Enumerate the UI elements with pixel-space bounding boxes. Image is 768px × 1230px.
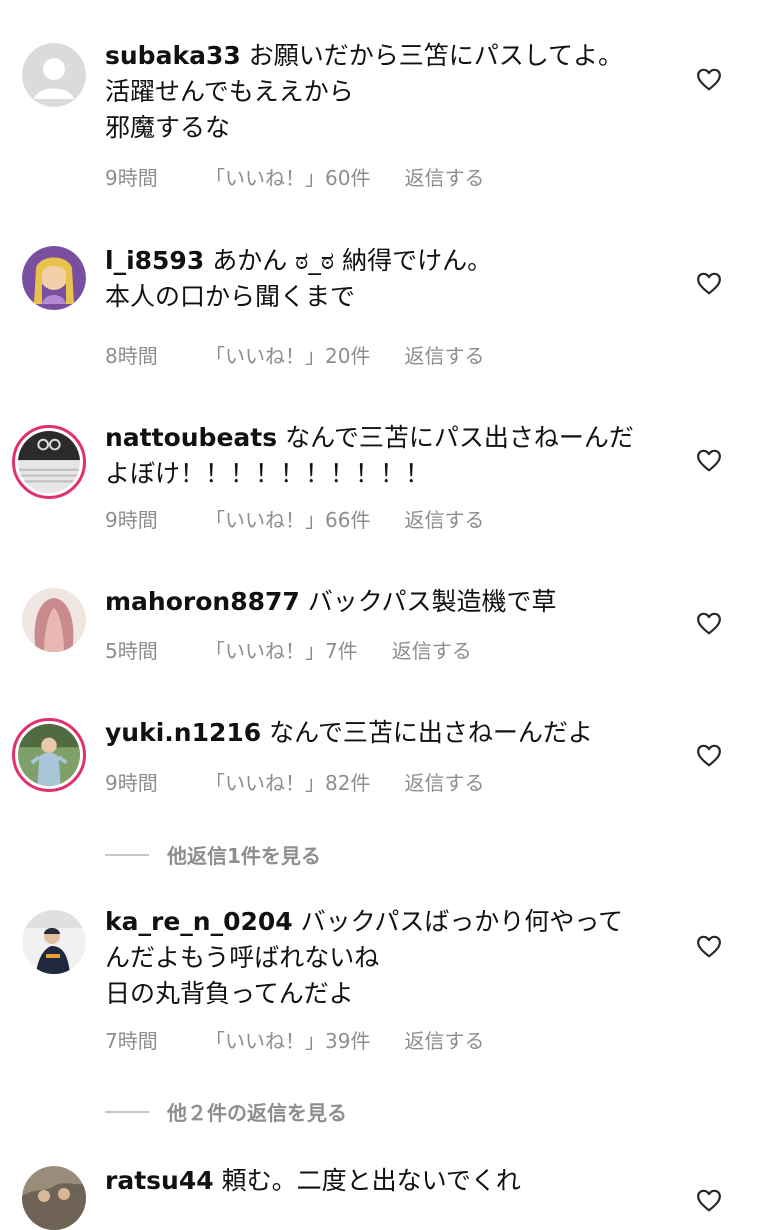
heart-icon[interactable]	[696, 934, 722, 958]
comment-username[interactable]: mahoron8877	[105, 587, 300, 616]
comment-text: subaka33 お願いだから三笘にパスしてよ。 活躍せんでもええから 邪魔するな	[105, 38, 665, 146]
heart-icon[interactable]	[696, 743, 722, 767]
comment-meta: 5時間 「いいね！」7件 返信する	[105, 635, 472, 664]
heart-icon[interactable]	[696, 611, 722, 635]
comment-likes[interactable]: 「いいね！」7件	[205, 635, 358, 664]
avatar[interactable]	[12, 425, 86, 499]
comment-meta: 7時間 「いいね！」39件 返信する	[105, 1025, 484, 1054]
comment-body-line: 頼む。二度と出ないでくれ	[221, 1166, 521, 1195]
comment-likes[interactable]: 「いいね！」39件	[205, 1025, 370, 1054]
divider-line	[105, 1110, 149, 1113]
comment-likes[interactable]: 「いいね！」60件	[205, 162, 370, 191]
avatar[interactable]	[22, 910, 86, 974]
comment-username[interactable]: nattoubeats	[105, 423, 277, 452]
heart-icon[interactable]	[696, 448, 722, 472]
avatar[interactable]	[12, 718, 86, 792]
reply-button[interactable]: 返信する	[404, 767, 484, 796]
comment-time: 8時間	[105, 344, 158, 368]
comment-body-line: 本人の口から聞くまで	[105, 282, 356, 311]
comment-time: 5時間	[105, 639, 158, 663]
comment-body-line: 邪魔するな	[105, 113, 231, 142]
comment-likes[interactable]: 「いいね！」20件	[205, 340, 370, 369]
comment-username[interactable]: ratsu44	[105, 1166, 214, 1195]
comment-body-line: なんで三苫に出さねーんだよ	[269, 718, 593, 747]
avatar[interactable]	[22, 43, 86, 107]
comment-username[interactable]: yuki.n1216	[105, 718, 261, 747]
comment-body-line: バックパスばっかり何やって	[300, 907, 624, 936]
reply-button[interactable]: 返信する	[392, 635, 472, 664]
comment-time: 7時間	[105, 1029, 158, 1053]
heart-icon[interactable]	[696, 271, 722, 295]
comment-body-line: あかん ಠ_ಠ 納得でけん。	[212, 246, 493, 275]
comment-body-line: なんで三苫にパス出さねーんだ	[285, 423, 634, 452]
view-replies-button[interactable]: 他返信1件を見る	[105, 840, 321, 869]
avatar[interactable]	[22, 1166, 86, 1230]
comment-text: ratsu44 頼む。二度と出ないでくれ	[105, 1163, 665, 1199]
reply-button[interactable]: 返信する	[404, 340, 484, 369]
avatar[interactable]	[22, 246, 86, 310]
reply-button[interactable]: 返信する	[404, 1025, 484, 1054]
comment-text: yuki.n1216 なんで三苫に出さねーんだよ	[105, 715, 665, 751]
reply-button[interactable]: 返信する	[404, 504, 484, 533]
heart-icon[interactable]	[696, 67, 722, 91]
comment-text: nattoubeats なんで三苫にパス出さねーんだ よぼけ！！！！！！！！！！	[105, 420, 665, 492]
view-replies-label: 他返信1件を見る	[167, 844, 321, 868]
comment-body-line: お願いだから三笘にパスしてよ。	[248, 41, 623, 70]
comment-text: ka_re_n_0204 バックパスばっかり何やって んだよもう呼ばれないね 日の…	[105, 904, 665, 1012]
comment-body-line: 日の丸背負ってんだよ	[105, 979, 354, 1008]
comment-username[interactable]: l_i8593	[105, 246, 204, 275]
comment-body-line: 活躍せんでもええから	[105, 77, 354, 106]
comment-likes[interactable]: 「いいね！」66件	[205, 504, 370, 533]
comment-meta: 9時間 「いいね！」82件 返信する	[105, 767, 484, 796]
comment-body-line: んだよもう呼ばれないね	[105, 943, 380, 972]
comment-text: mahoron8877 バックパス製造機で草	[105, 584, 665, 620]
comment-meta: 9時間 「いいね！」66件 返信する	[105, 504, 484, 533]
comment-username[interactable]: subaka33	[105, 41, 241, 70]
reply-button[interactable]: 返信する	[404, 162, 484, 191]
comment-time: 9時間	[105, 771, 158, 795]
comment-likes[interactable]: 「いいね！」82件	[205, 767, 370, 796]
comment-text: l_i8593 あかん ಠ_ಠ 納得でけん。 本人の口から聞くまで	[105, 243, 665, 315]
comment-body-line: よぼけ！！！！！！！！！！	[105, 459, 431, 488]
avatar[interactable]	[22, 588, 86, 652]
heart-icon[interactable]	[696, 1188, 722, 1212]
default-avatar-icon	[22, 43, 86, 107]
comment-time: 9時間	[105, 166, 158, 190]
divider-line	[105, 853, 149, 856]
view-replies-button[interactable]: 他２件の返信を見る	[105, 1097, 347, 1126]
comment-username[interactable]: ka_re_n_0204	[105, 907, 293, 936]
comment-meta: 9時間 「いいね！」60件 返信する	[105, 162, 484, 191]
view-replies-label: 他２件の返信を見る	[167, 1101, 347, 1125]
comment-body-line: バックパス製造機で草	[307, 587, 557, 616]
comment-time: 9時間	[105, 508, 158, 532]
comment-meta: 8時間 「いいね！」20件 返信する	[105, 340, 484, 369]
